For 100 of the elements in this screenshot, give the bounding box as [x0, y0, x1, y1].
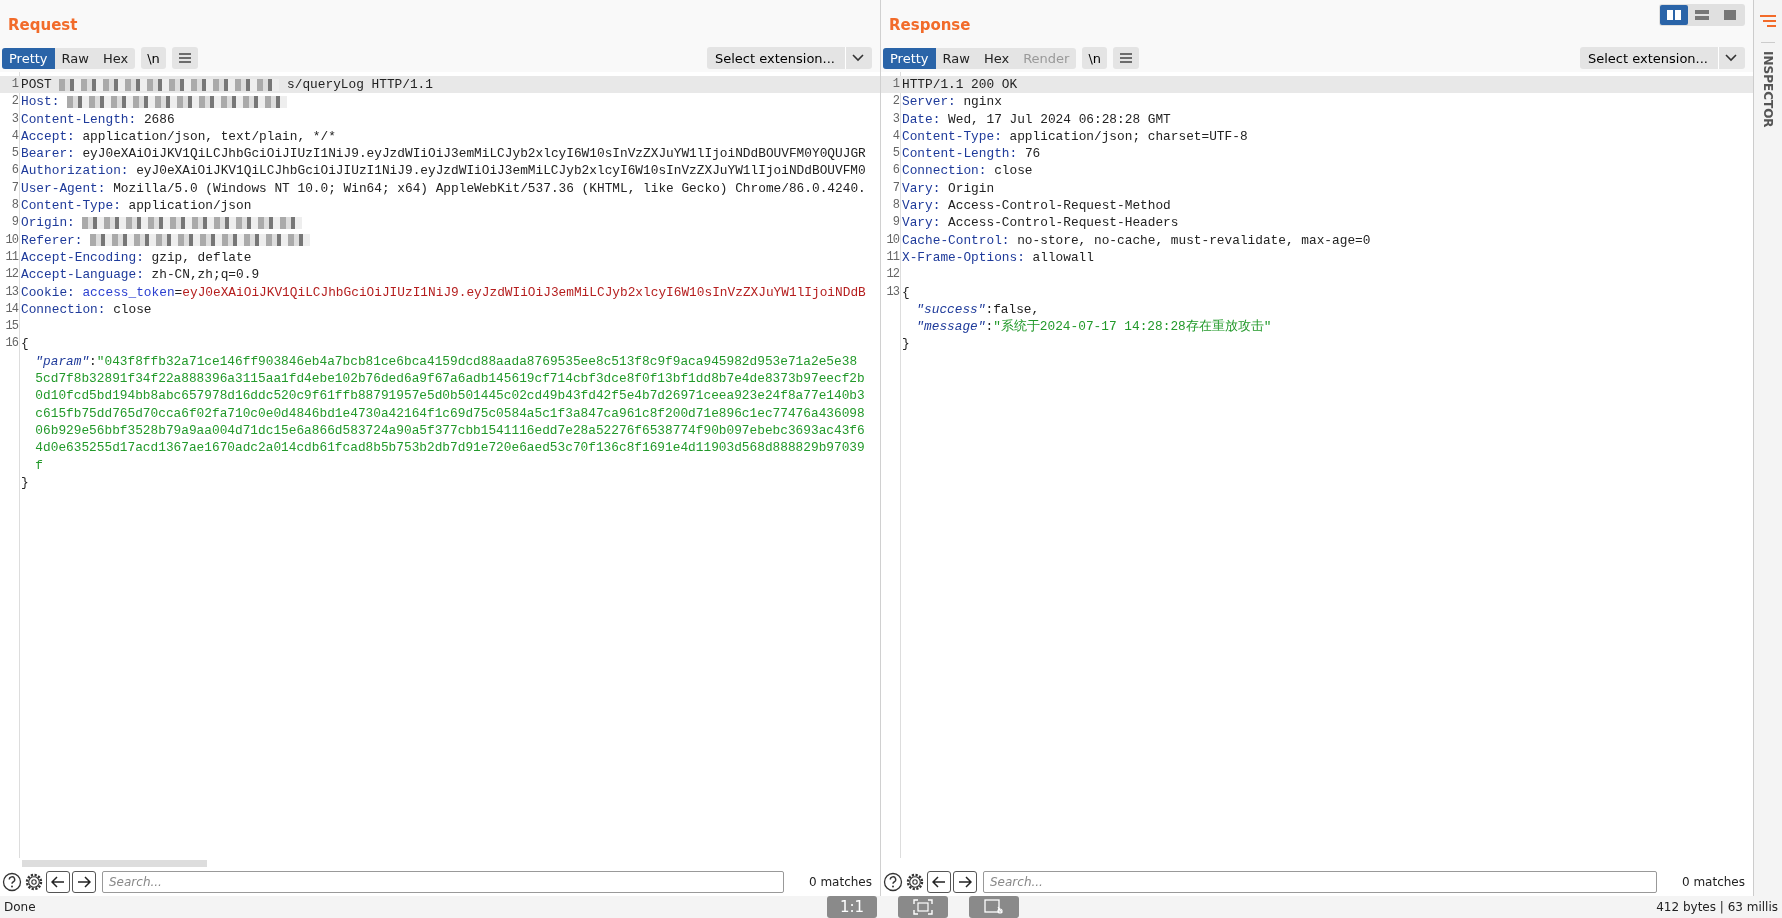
help-icon[interactable] — [883, 872, 903, 892]
header-value: Access-Control-Request-Method — [948, 198, 1171, 214]
line-number: 2 — [892, 94, 899, 109]
header-name: Content-Length: — [902, 146, 1018, 162]
header-value: application/json — [128, 198, 252, 214]
header-name: Accept-Encoding: — [21, 249, 144, 265]
line-number: 12 — [5, 267, 18, 282]
json-punctuation: { — [902, 284, 910, 300]
json-property: "message":"系统于2024-07-17 14:28:28存在重放攻击" — [915, 318, 1273, 336]
help-icon[interactable] — [2, 872, 22, 892]
single-pane-icon — [1722, 9, 1738, 21]
header-name: Date: — [902, 111, 941, 127]
inspector-icon[interactable] — [1759, 14, 1777, 28]
header-name: Server: — [902, 94, 956, 110]
line-number: 10 — [886, 232, 899, 247]
line-number: 6 — [892, 163, 899, 178]
line-number: 13 — [886, 284, 899, 299]
line-number: 9 — [892, 215, 899, 230]
header-name: Vary: — [902, 215, 941, 231]
two-columns-icon — [1666, 9, 1682, 21]
header-name: Bearer: — [21, 146, 75, 162]
response-size-text: 412 bytes | 63 millis — [1656, 900, 1778, 914]
header-value: allowall — [1032, 249, 1094, 265]
line-number: 6 — [11, 163, 18, 178]
header-value: application/json, text/plain, */* — [82, 128, 336, 144]
header-value: 76 — [1024, 146, 1041, 162]
header-value: application/json; charset=UTF-8 — [1009, 128, 1248, 144]
json-punctuation: } — [902, 336, 910, 352]
settings-icon[interactable] — [24, 872, 44, 892]
code-text: HTTP/1.1 200 OK — [902, 77, 1018, 92]
view-tab[interactable]: Raw — [935, 47, 977, 69]
header-name: Content-Type: — [902, 128, 1002, 144]
extension-select[interactable]: Select extension... — [707, 47, 872, 69]
extension-select[interactable]: Select extension... — [1580, 47, 1745, 69]
line-number: 1 — [892, 77, 899, 91]
line-number: 4 — [892, 128, 899, 143]
search-field[interactable]: Search... — [983, 871, 1657, 893]
caret-icon — [1718, 47, 1737, 69]
header-value: gzip, deflate — [151, 249, 252, 265]
header-name: Content-Type: — [21, 198, 121, 214]
columns-layout-button[interactable] — [1660, 5, 1688, 25]
code-text: s/queryLog HTTP/1.1 — [287, 77, 433, 92]
view-tab[interactable]: Raw — [54, 47, 96, 69]
menu-button[interactable] — [171, 47, 198, 69]
menu-icon — [177, 52, 192, 64]
scrollbar[interactable] — [22, 860, 207, 867]
line-number: 1 — [11, 77, 18, 91]
inspector-tab[interactable]: INSPECTOR — [1761, 42, 1775, 128]
next-button[interactable] — [72, 871, 96, 893]
header-value: close — [113, 301, 152, 317]
right-arrow-icon — [958, 876, 972, 888]
view-tab[interactable]: Pretty — [883, 47, 936, 69]
line-number: 8 — [11, 198, 18, 213]
previous-button[interactable] — [46, 871, 70, 893]
menu-icon — [1119, 52, 1134, 64]
code-text: POST — [21, 77, 52, 92]
screen-capture-icon — [983, 898, 1005, 916]
header-name: Referer: — [21, 232, 83, 248]
line-number: 2 — [11, 94, 18, 109]
header-value: eyJ0eXAiOiJKV1QiLCJhbGciOiJIUzI1NiJ9.eyJzdWIiOiJ3emMiLCJyb2xlcyI6W10sInVzZXJuYW1lIjoiNDdBOUVFM0 — [136, 163, 866, 179]
left-arrow-icon — [932, 876, 946, 888]
match-count: 0 matches — [1680, 875, 1746, 889]
left-arrow-icon — [51, 876, 65, 888]
line-number: 7 — [892, 180, 899, 195]
search-field[interactable]: Search... — [102, 871, 784, 893]
header-value: Origin — [948, 180, 995, 196]
json-punctuation: } — [21, 474, 29, 490]
cookie-value: eyJ0eXAiOiJKV1QiLCJhbGciOiJIUzI1NiJ9.eyJzdWIiOiJ3emMiLCJyb2xlcyI6W10sInVzZXJuYW1lIjoiNDdB — [182, 284, 866, 300]
cookie-name: access_token — [82, 284, 175, 300]
view-tab[interactable]: Pretty — [2, 47, 55, 69]
line-number: 5 — [11, 146, 18, 161]
newline-toggle-button[interactable]: \n — [141, 47, 166, 69]
line-number: 8 — [892, 198, 899, 213]
header-name: User-Agent: — [21, 180, 106, 196]
header-name: Content-Length: — [21, 111, 137, 127]
header-value: no-store, no-cache, must-revalidate, max-age=0 — [1017, 232, 1371, 248]
header-value: close — [994, 163, 1033, 179]
right-arrow-icon — [77, 876, 91, 888]
header-value: 2686 — [143, 111, 175, 127]
line-number: 3 — [11, 111, 18, 126]
view-tab[interactable]: Hex — [976, 47, 1017, 69]
json-property: "param":"043f8ffb32a71ce146ff903846eb4a7bcb81ce6bca4159dcd88aada8769535ee8c513f8c9f9aca945982d953e71a2e5e385cd7f8b32891f34f22a888396a3115aa1fd4ebe102b76ded6a9f67a6adb145619cf714cbf3dce8f0f13bf1dd8b7e4de8373b97eecf2b0d10fcd5bd194bb8abc657978d16ddc520c9f61ffb88791957e5d0b501445c02cd49b43fd42f5e4b7d26971ceea923e24f8a77e140b3c615fb75dd765d70cca6f02fa710c0e0d4846bd1e4730a42164f1c69d75c0584a5c1f3a847ca961c8f200d71e896c1ec77476a43609806b929e56bbf3528b79a9aa004d71dc15e6a866d583724a90a5f377cbb1541116edd7e28a52276f6538774f90b097ebebc3693ac43f64d0e635255d17acd1367ae1670adc2a014cdb61fcad8b5b753b2db7d91e720e6aed53c70f136c8f1691e4d11903d568d888829b97039f — [34, 352, 865, 474]
previous-button[interactable] — [927, 871, 951, 893]
header-name: Accept-Language: — [21, 267, 144, 283]
next-button[interactable] — [953, 871, 977, 893]
menu-button[interactable] — [1113, 47, 1140, 69]
line-number: 10 — [5, 232, 18, 247]
header-name: Vary: — [902, 180, 941, 196]
two-rows-icon — [1694, 9, 1710, 21]
settings-icon[interactable] — [905, 872, 925, 892]
header-value: Access-Control-Request-Headers — [948, 215, 1179, 231]
view-tab[interactable]: Hex — [95, 47, 136, 69]
newline-toggle-button[interactable]: \n — [1082, 47, 1108, 69]
header-name: X-Frame-Options: — [902, 249, 1025, 265]
header-name: Connection: — [902, 163, 987, 179]
line-number: 7 — [11, 180, 18, 195]
status-text: Done — [4, 900, 36, 914]
header-name: Cache-Control: — [902, 232, 1010, 248]
header-name: Origin: — [21, 215, 75, 231]
line-number: 15 — [5, 319, 18, 334]
